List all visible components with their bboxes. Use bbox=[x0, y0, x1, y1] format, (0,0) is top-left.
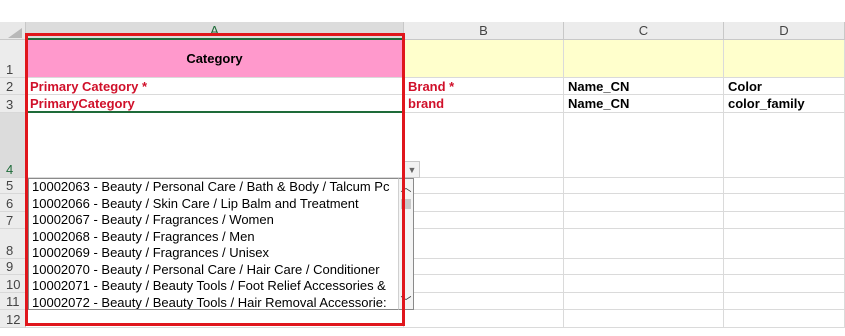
cell-b10[interactable] bbox=[404, 275, 564, 293]
chevron-up-icon[interactable]: ︿ bbox=[399, 179, 413, 195]
cell-c7[interactable] bbox=[564, 212, 724, 229]
row-header-4[interactable]: 4 bbox=[0, 113, 26, 178]
column-header-d[interactable]: D bbox=[724, 22, 845, 40]
cell-d10[interactable] bbox=[724, 275, 845, 293]
cell-d7[interactable] bbox=[724, 212, 845, 229]
row-header-5[interactable]: 5 bbox=[0, 178, 26, 194]
chevron-down-icon[interactable]: ﹀ bbox=[399, 293, 413, 309]
scrollbar-thumb[interactable] bbox=[401, 199, 411, 209]
row-header-8[interactable]: 8 bbox=[0, 229, 26, 259]
row-header-2[interactable]: 2 bbox=[0, 78, 26, 95]
cell-b4[interactable] bbox=[404, 113, 564, 178]
cell-b8[interactable] bbox=[404, 229, 564, 259]
cell-b11[interactable] bbox=[404, 293, 564, 310]
cell-d8[interactable] bbox=[724, 229, 845, 259]
dropdown-option[interactable]: 10002068 - Beauty / Fragrances / Men bbox=[32, 229, 255, 245]
cell-d6[interactable] bbox=[724, 194, 845, 212]
cell-c8[interactable] bbox=[564, 229, 724, 259]
cell-d11[interactable] bbox=[724, 293, 845, 310]
dropdown-option[interactable]: 10002069 - Beauty / Fragrances / Unisex bbox=[32, 245, 269, 261]
cell-b1[interactable] bbox=[404, 40, 564, 78]
cell-b3[interactable]: brand bbox=[404, 95, 564, 113]
row-header-11[interactable]: 11 bbox=[0, 293, 26, 310]
cell-d2[interactable]: Color bbox=[724, 78, 845, 95]
cell-c11[interactable] bbox=[564, 293, 724, 310]
row-header-12[interactable]: 12 bbox=[0, 310, 26, 328]
cell-c5[interactable] bbox=[564, 178, 724, 194]
cell-c4[interactable] bbox=[564, 113, 724, 178]
dropdown-option[interactable]: 10002067 - Beauty / Fragrances / Women bbox=[32, 212, 274, 228]
cell-b7[interactable] bbox=[404, 212, 564, 229]
cell-c6[interactable] bbox=[564, 194, 724, 212]
row-header-3[interactable]: 3 bbox=[0, 95, 26, 113]
cell-a12[interactable] bbox=[26, 310, 404, 328]
validation-dropdown-list[interactable]: 10002063 - Beauty / Personal Care / Bath… bbox=[28, 178, 413, 310]
column-header-a[interactable]: A bbox=[26, 22, 404, 40]
row-header-9[interactable]: 9 bbox=[0, 259, 26, 275]
dropdown-option[interactable]: 10002066 - Beauty / Skin Care / Lip Balm… bbox=[32, 196, 359, 212]
cell-b6[interactable] bbox=[404, 194, 564, 212]
cell-b2[interactable]: Brand * bbox=[404, 78, 564, 95]
cell-b5[interactable] bbox=[404, 178, 564, 194]
cell-c2[interactable]: Name_CN bbox=[564, 78, 724, 95]
dropdown-option[interactable]: 10002070 - Beauty / Personal Care / Hair… bbox=[32, 262, 380, 278]
cell-d3[interactable]: color_family bbox=[724, 95, 845, 113]
chevron-down-icon: ▼ bbox=[407, 164, 417, 175]
cell-d1[interactable] bbox=[724, 40, 845, 78]
cell-c10[interactable] bbox=[564, 275, 724, 293]
row-header-1[interactable]: 1 bbox=[0, 40, 26, 78]
cell-d5[interactable] bbox=[724, 178, 845, 194]
cell-a1[interactable]: Category bbox=[26, 40, 404, 78]
cell-d9[interactable] bbox=[724, 259, 845, 275]
row-header-7[interactable]: 7 bbox=[0, 212, 26, 229]
cell-c1[interactable] bbox=[564, 40, 724, 78]
cell-a3[interactable]: PrimaryCategory bbox=[26, 95, 404, 113]
cell-d4[interactable] bbox=[724, 113, 845, 178]
validation-dropdown-button[interactable]: ▼ bbox=[404, 161, 420, 178]
cell-c12[interactable] bbox=[564, 310, 724, 328]
cell-a4-active[interactable] bbox=[26, 113, 404, 178]
select-all-icon bbox=[8, 28, 22, 38]
row-header-10[interactable]: 10 bbox=[0, 275, 26, 293]
dropdown-option[interactable]: 10002071 - Beauty / Beauty Tools / Foot … bbox=[32, 278, 386, 294]
cell-d12[interactable] bbox=[724, 310, 845, 328]
cell-b12[interactable] bbox=[404, 310, 564, 328]
column-header-b[interactable]: B bbox=[404, 22, 564, 40]
dropdown-scrollbar[interactable]: ︿ ﹀ bbox=[398, 178, 414, 310]
cell-b9[interactable] bbox=[404, 259, 564, 275]
cell-a2[interactable]: Primary Category * bbox=[26, 78, 404, 95]
dropdown-option[interactable]: 10002063 - Beauty / Personal Care / Bath… bbox=[32, 179, 389, 195]
row-header-6[interactable]: 6 bbox=[0, 194, 26, 212]
dropdown-option[interactable]: 10002072 - Beauty / Beauty Tools / Hair … bbox=[32, 295, 387, 310]
cell-c3[interactable]: Name_CN bbox=[564, 95, 724, 113]
cell-c9[interactable] bbox=[564, 259, 724, 275]
column-header-c[interactable]: C bbox=[564, 22, 724, 40]
toolbar-area bbox=[0, 0, 845, 22]
